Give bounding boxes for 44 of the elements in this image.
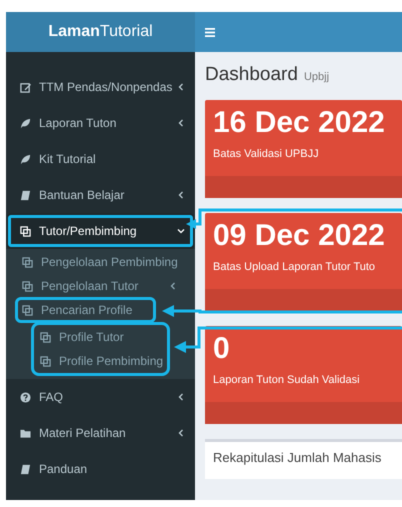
submenu-item[interactable]: Profile Pembimbing bbox=[34, 349, 167, 373]
stat-value: 0 bbox=[213, 332, 230, 366]
submenu-item[interactable]: Profile Tutor bbox=[34, 325, 167, 349]
sidebar-item[interactable]: Kit Tutorial bbox=[6, 141, 195, 177]
copy-icon bbox=[22, 280, 33, 292]
stat-label: Batas Validasi UPBJJ bbox=[213, 148, 319, 160]
stat-value: 16 Dec 2022 bbox=[213, 106, 385, 140]
menu-icon[interactable] bbox=[205, 28, 215, 36]
copy-icon bbox=[22, 304, 33, 316]
page-title: Dashboard bbox=[205, 64, 298, 86]
question-icon bbox=[20, 392, 31, 402]
sidebar-item[interactable]: TTM Pendas/Nonpendas bbox=[6, 69, 195, 105]
chevron-left-icon bbox=[177, 191, 185, 199]
chevron-left-icon bbox=[177, 393, 185, 401]
submenu-item[interactable]: Pengelolaan Tutor bbox=[6, 274, 195, 298]
chevron-left-icon bbox=[177, 83, 185, 91]
stat-value: 09 Dec 2022 bbox=[213, 219, 385, 253]
leaf-icon bbox=[20, 154, 31, 164]
sidebar-item[interactable]: Laporan Tuton bbox=[6, 105, 195, 141]
chevron-down-icon bbox=[177, 227, 185, 235]
sidebar-item[interactable]: Panduan bbox=[6, 451, 195, 487]
panel-title: Rekapitulasi Jumlah Mahasis bbox=[213, 450, 382, 465]
submenu-item[interactable]: Pengelolaan Pembimbing bbox=[6, 250, 195, 274]
sidebar-item[interactable]: Tutor/Pembimbing bbox=[6, 213, 195, 249]
copy-icon bbox=[22, 256, 33, 268]
stat-label: Batas Upload Laporan Tutor Tuto bbox=[213, 261, 376, 273]
chevron-left-icon bbox=[177, 119, 185, 127]
folder-icon bbox=[20, 428, 31, 438]
book-icon bbox=[20, 190, 31, 200]
edit-icon bbox=[20, 82, 31, 92]
book-icon bbox=[20, 464, 31, 474]
chevron-left-icon bbox=[177, 429, 185, 437]
chevron-left-icon bbox=[169, 282, 177, 290]
page-subtitle: Upbjj bbox=[304, 71, 330, 83]
copy-icon bbox=[20, 226, 31, 236]
sidebar-item[interactable]: FAQ bbox=[6, 379, 195, 415]
stat-label: Laporan Tuton Sudah Validasi bbox=[213, 374, 360, 386]
sidebar-item[interactable]: Materi Pelatihan bbox=[6, 415, 195, 451]
sidebar-item[interactable]: Bantuan Belajar bbox=[6, 177, 195, 213]
copy-icon bbox=[40, 356, 51, 366]
leaf-icon bbox=[20, 118, 31, 128]
submenu-item[interactable]: Pencarian Profile bbox=[16, 298, 155, 322]
copy-icon bbox=[40, 332, 51, 342]
logo[interactable]: LamanTutorial bbox=[6, 12, 195, 52]
